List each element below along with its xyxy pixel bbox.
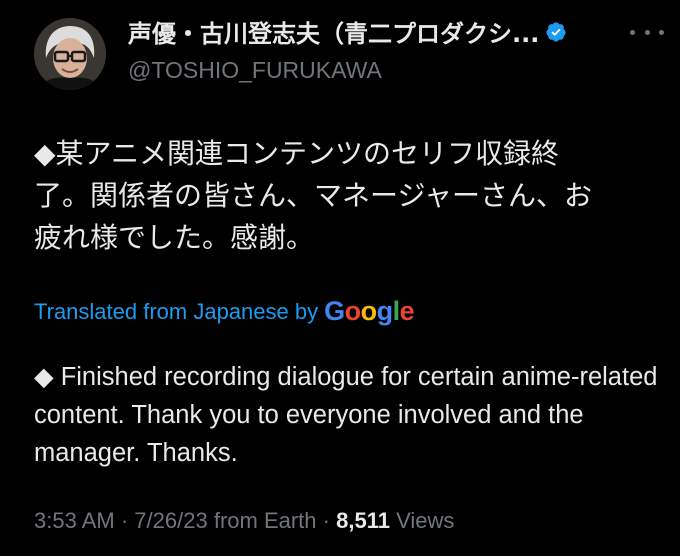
views-count: 8,511 bbox=[336, 508, 390, 533]
more-horizontal-icon bbox=[630, 29, 635, 35]
more-horizontal-icon bbox=[659, 29, 664, 35]
views-label: Views bbox=[396, 508, 455, 533]
handle[interactable]: @TOSHIO_FURUKAWA bbox=[128, 57, 610, 84]
meta-separator: · bbox=[120, 508, 129, 533]
avatar[interactable] bbox=[34, 18, 106, 90]
meta-separator: · bbox=[322, 508, 330, 533]
more-horizontal-icon bbox=[644, 29, 650, 35]
translation-prefix: Translated from Japanese by bbox=[34, 298, 319, 324]
tweet: 声優・古川登志夫（青二プロダクシ... @TOSHIO_FURUKAWA ◆某ア… bbox=[0, 0, 680, 556]
name-row: 声優・古川登志夫（青二プロダクシ... bbox=[128, 14, 610, 49]
avatar-image bbox=[34, 18, 106, 90]
tweet-translated-text: ◆ Finished recording dialogue for certai… bbox=[34, 363, 658, 467]
translation-attribution[interactable]: Translated from Japanese by Google bbox=[34, 296, 415, 327]
verified-badge-icon bbox=[546, 21, 566, 42]
tweet-source: from Earth bbox=[213, 508, 317, 533]
display-name[interactable]: 声優・古川登志夫（青二プロダクシ... bbox=[128, 14, 539, 49]
google-logo: Google bbox=[324, 296, 415, 326]
tweet-meta: 3:53 AM · 7/26/23 from Earth · 8,511 Vie… bbox=[34, 508, 454, 534]
tweet-date[interactable]: 7/26/23 bbox=[134, 508, 207, 533]
tweet-original-text: ◆某アニメ関連コンテンツのセリフ収録終 了。関係者の皆さん、マネージャーさん、お… bbox=[34, 137, 593, 254]
tweet-time[interactable]: 3:53 AM bbox=[34, 508, 115, 533]
tweet-header: 声優・古川登志夫（青二プロダクシ... @TOSHIO_FURUKAWA bbox=[128, 14, 610, 84]
more-options-button[interactable] bbox=[630, 20, 664, 44]
